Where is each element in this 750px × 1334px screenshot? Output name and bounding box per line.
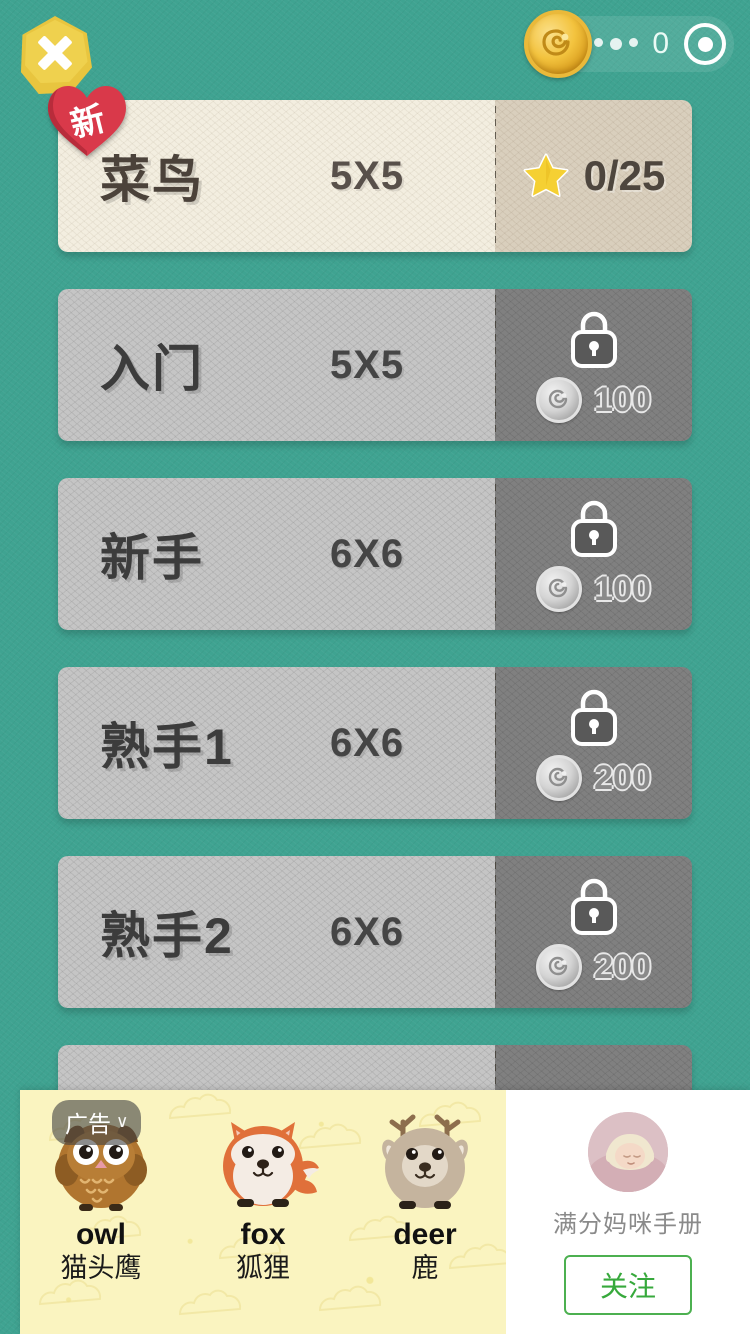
silver-spiral-coin-icon	[536, 566, 583, 612]
level-price: 200	[594, 947, 651, 986]
currency-widget[interactable]: 0	[524, 10, 734, 78]
gold-spiral-coin-icon	[524, 10, 592, 78]
padlock-icon	[570, 311, 617, 368]
level-row-main: 入门 5X5	[58, 289, 495, 441]
currency-value: 0	[652, 27, 670, 60]
new-badge: 新	[44, 82, 130, 162]
level-size: 6X6	[330, 909, 405, 954]
follow-button[interactable]: 关注	[563, 1255, 692, 1315]
chevron-down-icon: ∨	[116, 1112, 129, 1131]
fox-illustration	[223, 1122, 319, 1207]
level-row-main: 新手 6X6	[58, 478, 495, 630]
level-size: 5X5	[330, 153, 405, 198]
level-progress: 0/25	[583, 152, 666, 199]
sleeping-baby-avatar	[588, 1112, 668, 1192]
ad-banner[interactable]: 广告 ∨ owl 猫头鹰 fox 狐狸 deer 鹿 满分妈咪手册 关注	[20, 1090, 750, 1334]
level-size: 5X5	[330, 342, 405, 387]
padlock-icon	[570, 878, 617, 935]
level-price: 100	[594, 569, 651, 608]
game-screen: 0 新 菜鸟 5X5 0/25 入门 5X5 100 新手 6X6 100 熟手…	[0, 0, 750, 1334]
level-price: 100	[594, 380, 651, 419]
level-row-shuShou2[interactable]: 熟手2 6X6 200	[58, 856, 692, 1008]
ad-item-zh: 猫头鹰	[60, 1253, 142, 1283]
level-name: 新手	[100, 530, 204, 586]
level-name: 熟手1	[100, 719, 234, 775]
deer-illustration	[382, 1114, 468, 1209]
gold-star-icon	[523, 153, 569, 198]
ad-item-en: deer	[393, 1218, 457, 1251]
ad-label-text: 广告	[65, 1111, 111, 1137]
target-circle-icon[interactable]	[684, 23, 726, 65]
level-name: 入门	[100, 341, 204, 397]
silver-spiral-coin-icon	[536, 377, 583, 423]
level-row-stub: 100	[495, 289, 692, 441]
level-price: 200	[594, 758, 651, 797]
level-size: 6X6	[330, 531, 405, 576]
level-row-stub: 0/25	[495, 100, 692, 252]
level-name: 熟手2	[100, 908, 234, 964]
level-row-main: 熟手2 6X6	[58, 856, 495, 1008]
ad-item-deer[interactable]: deer 鹿	[344, 1104, 506, 1284]
level-row-stub: 200	[495, 667, 692, 819]
ad-item-zh: 鹿	[411, 1253, 439, 1283]
ad-item-en: fox	[240, 1218, 286, 1251]
level-name: 菜鸟	[100, 152, 204, 208]
ad-item-zh: 狐狸	[236, 1253, 290, 1283]
level-row-shuShou1[interactable]: 熟手1 6X6 200	[58, 667, 692, 819]
padlock-icon	[570, 500, 617, 557]
level-row-xinShou[interactable]: 新手 6X6 100	[58, 478, 692, 630]
ad-item-en: owl	[76, 1218, 126, 1251]
currency-dots	[594, 38, 638, 50]
ad-item-fox[interactable]: fox 狐狸	[182, 1104, 344, 1284]
padlock-icon	[570, 689, 617, 746]
perforation-divider	[495, 862, 496, 1002]
level-row-stub: 200	[495, 856, 692, 1008]
level-row-ruMen[interactable]: 入门 5X5 100	[58, 289, 692, 441]
ad-creative[interactable]: 广告 ∨ owl 猫头鹰 fox 狐狸 deer 鹿	[20, 1090, 506, 1334]
level-size: 6X6	[330, 720, 405, 765]
level-row-main: 熟手1 6X6	[58, 667, 495, 819]
ad-advertiser-panel: 满分妈咪手册 关注	[506, 1090, 750, 1334]
level-row-caiNiao[interactable]: 新 菜鸟 5X5 0/25	[48, 86, 692, 252]
level-row-stub: 100	[495, 478, 692, 630]
silver-spiral-coin-icon	[536, 755, 583, 801]
ad-label-badge[interactable]: 广告 ∨	[52, 1100, 142, 1145]
perforation-divider	[495, 484, 496, 624]
perforation-divider	[495, 106, 496, 246]
silver-spiral-coin-icon	[536, 944, 583, 990]
perforation-divider	[495, 673, 496, 813]
perforation-divider	[495, 295, 496, 435]
close-x-icon	[35, 33, 75, 73]
ad-advertiser-title: 满分妈咪手册	[553, 1211, 703, 1238]
